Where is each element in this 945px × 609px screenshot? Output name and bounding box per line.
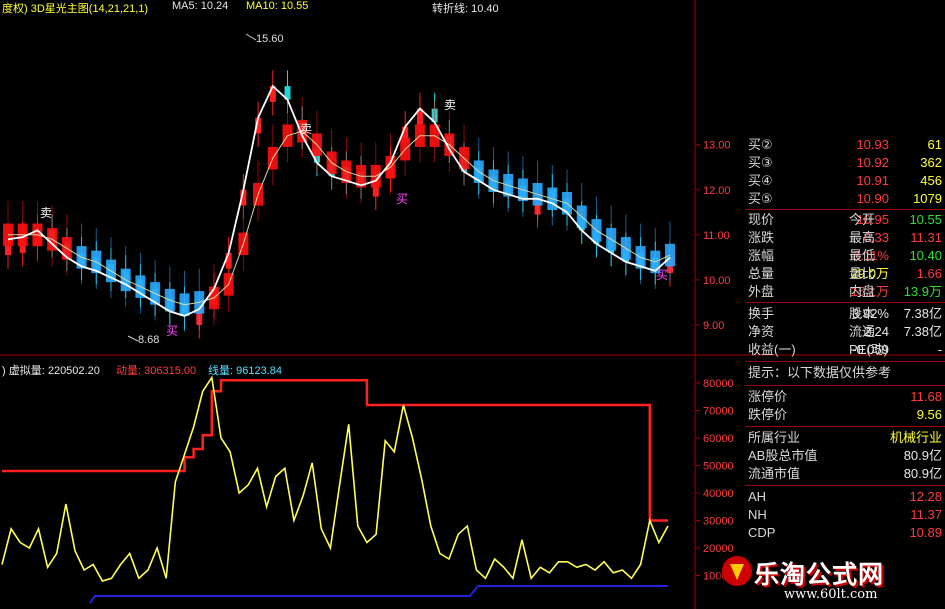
candlestick-series[interactable] xyxy=(5,70,673,339)
cdp-row: CDP 10.89 xyxy=(748,525,942,540)
price-tick-label: 13.00 xyxy=(703,140,731,152)
fundamental-row: 收益(一) -0.059 PE(动) - xyxy=(748,342,942,357)
low-price-label: 8.68 xyxy=(138,334,160,346)
site-watermark: 乐淘公式网 www.60lt.com xyxy=(718,552,945,609)
ah-row: AH 12.28 xyxy=(748,489,942,504)
price-tick-label: 12.00 xyxy=(703,185,731,197)
line-volume-readout: 线量: 96123.84 xyxy=(208,365,282,377)
buy-signal: 买 xyxy=(396,192,409,206)
volume-tick-label: 80000 xyxy=(703,378,734,390)
divider xyxy=(745,302,945,303)
ma5-readout: MA5: 10.24 xyxy=(172,0,229,12)
buy-signal: 买 xyxy=(166,324,179,338)
stat-row: 总量 29.0万 量比 1.66 xyxy=(748,266,942,281)
watermark-title: 乐淘公式网 xyxy=(754,561,885,589)
nh-row: NH 11.37 xyxy=(748,507,942,522)
quote-panel: 买② 10.93 61 买③ 10.92 362 买④ 10.91 456 买⑤… xyxy=(745,136,945,606)
watermark-url: www.60lt.com xyxy=(784,587,878,602)
limit-down-row: 跌停价 9.56 xyxy=(748,407,942,422)
stat-row: 涨幅 3.11% 最低 10.40 xyxy=(748,248,942,263)
dynamic-volume-line xyxy=(2,379,668,522)
stat-row: 涨跌 0.33 最高 11.31 xyxy=(748,230,942,245)
ab-cap-row: AB股总市值 80.9亿 xyxy=(748,448,942,463)
volume-tick-label: 40000 xyxy=(703,488,734,500)
volume-tick-label: 60000 xyxy=(703,433,734,445)
price-tick-label: 10.00 xyxy=(703,275,731,287)
stat-row: 现价 10.95 今开 10.55 xyxy=(748,212,942,227)
divider xyxy=(745,426,945,427)
divider xyxy=(745,485,945,486)
bid-row-2[interactable]: 买② 10.93 61 xyxy=(745,136,945,154)
virtual-volume-line xyxy=(1,375,669,582)
bid-row-3[interactable]: 买③ 10.92 362 xyxy=(745,154,945,172)
bid-row-4[interactable]: 买④ 10.91 456 xyxy=(745,172,945,190)
sell-signal: 卖 xyxy=(40,206,53,220)
volume-tick-label: 70000 xyxy=(703,406,734,418)
turn-line-readout: 转折线: 10.40 xyxy=(432,3,499,15)
limit-up-row: 涨停价 11.68 xyxy=(748,389,942,404)
tip-row: 提示：以下数据仅供参考 xyxy=(748,365,892,380)
divider xyxy=(745,361,945,362)
volume-subchart[interactable]: 8000070000600005000040000300002000010000 xyxy=(1,375,734,604)
volume-tick-label: 50000 xyxy=(703,461,734,473)
indicator-title: 度权) 3D星光主图(14,21,21,1) xyxy=(2,3,149,15)
high-price-label: 15.60 xyxy=(256,33,284,45)
fundamental-row: 换手 3.92% 股本 7.38亿 xyxy=(748,306,942,321)
fundamental-row: 净资 2.24 流通 7.38亿 xyxy=(748,324,942,339)
ma10-readout: MA10: 10.55 xyxy=(246,0,309,12)
virtual-volume-readout: ) 虚拟量: 220502.20 xyxy=(2,365,100,377)
divider xyxy=(745,209,945,210)
buy-signal: 买 xyxy=(656,268,669,282)
price-tick-label: 11.00 xyxy=(703,230,730,242)
dynamic-volume-readout: 动量: 306315.00 xyxy=(116,365,197,377)
divider xyxy=(745,385,945,386)
float-cap-row: 流通市值 80.9亿 xyxy=(748,466,942,481)
industry-row[interactable]: 所属行业 机械行业 xyxy=(745,429,945,447)
sell-signal: 卖 xyxy=(300,122,313,136)
low-pointer xyxy=(127,335,139,342)
volume-tick-label: 30000 xyxy=(703,516,734,528)
moving-average-lines xyxy=(7,33,671,342)
bid-row-5[interactable]: 买⑤ 10.90 1079 xyxy=(745,190,945,208)
ribbon-band xyxy=(3,97,675,332)
stat-row: 外盘 15.1万 内盘 13.9万 xyxy=(748,284,942,299)
sell-signal: 卖 xyxy=(444,98,457,112)
line-volume-baseline xyxy=(89,585,668,604)
price-tick-label: 9.00 xyxy=(703,320,724,332)
high-pointer xyxy=(245,33,257,41)
logo-icon xyxy=(722,556,752,586)
